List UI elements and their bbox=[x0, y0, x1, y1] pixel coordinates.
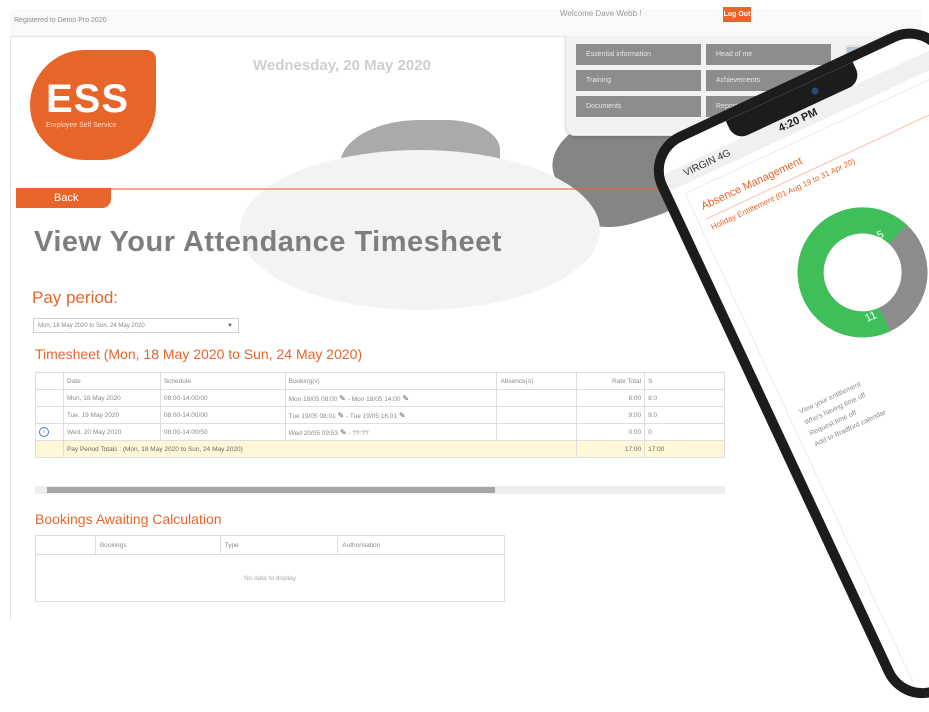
logo-subtitle: Employee Self Service bbox=[46, 122, 117, 129]
row-marker bbox=[35, 389, 64, 407]
table-row: No data to display bbox=[35, 554, 505, 602]
table-header-bookings[interactable]: Booking(s) bbox=[284, 372, 498, 390]
pencil-icon[interactable]: ✎ bbox=[340, 428, 347, 437]
chevron-down-icon: ▼ bbox=[227, 323, 233, 329]
totals-row: Pay Period Totals : (Mon, 18 May 2020 to… bbox=[35, 440, 725, 458]
totals-rate-total: 17:00 bbox=[576, 440, 646, 458]
booking-in: Tue 19/05 08:01 bbox=[288, 412, 336, 420]
top-bar: Registered to Demo Pro 2020 bbox=[10, 9, 921, 37]
welcome-text: Welcome Dave Webb ! bbox=[560, 9, 642, 18]
pencil-icon[interactable]: ✎ bbox=[339, 394, 346, 403]
table-header-cell bbox=[35, 372, 64, 390]
cell-bookings: Wed 20/05 09:53 ✎ - ??:?? bbox=[284, 423, 498, 441]
row-marker bbox=[35, 440, 64, 458]
back-button[interactable]: Back bbox=[16, 188, 111, 208]
cell-date: Mon, 18 May 2020 bbox=[62, 389, 161, 407]
table-row[interactable]: Mon, 18 May 2020 08:00-14:00/00 Mon 18/0… bbox=[35, 389, 725, 407]
pay-period-selected-value: Mon, 18 May 2020 to Sun, 24 May 2020 bbox=[38, 323, 145, 329]
table-row[interactable]: i Wed, 20 May 2020 08:00-14:00/50 Wed 20… bbox=[35, 423, 725, 441]
booking-out: - ??:?? bbox=[348, 429, 369, 437]
row-marker: i bbox=[35, 423, 64, 441]
bookings-awaiting-title: Bookings Awaiting Calculation bbox=[35, 511, 222, 527]
cell-rate-total: 8:00 bbox=[576, 389, 646, 407]
table-header-row: Date Schedule Booking(s) Absence(s) Rate… bbox=[35, 372, 725, 390]
cell-s: 9:0 bbox=[644, 406, 725, 424]
page-title: View Your Attendance Timesheet bbox=[34, 226, 502, 258]
cell-rate-total: 0:00 bbox=[576, 423, 646, 441]
bookings-awaiting-table: Bookings Type Authorisation No data to d… bbox=[35, 535, 505, 602]
table-header-bookings[interactable]: Bookings bbox=[94, 535, 221, 555]
pay-period-label: Pay period: bbox=[32, 288, 118, 307]
booking-in: Wed 20/05 09:53 bbox=[288, 429, 339, 437]
info-icon[interactable]: i bbox=[39, 427, 49, 437]
pay-period-select[interactable]: Mon, 18 May 2020 to Sun, 24 May 2020 ▼ bbox=[33, 318, 239, 333]
registration-text: Registered to Demo Pro 2020 bbox=[14, 17, 107, 24]
table-header-type[interactable]: Type bbox=[219, 535, 339, 555]
table-header-cell bbox=[35, 535, 96, 555]
cell-schedule: 08:00-14:00/00 bbox=[159, 389, 286, 407]
frame-border bbox=[10, 36, 11, 620]
cell-s: 0 bbox=[644, 423, 725, 441]
scrollbar-thumb[interactable] bbox=[47, 487, 495, 493]
totals-s: 17:00 bbox=[644, 440, 725, 458]
cell-schedule: 08:00-14:00/00 bbox=[159, 406, 286, 424]
cell-absence bbox=[496, 423, 578, 441]
cell-bookings: Tue 19/05 08:01 ✎ - Tue 19/05 16:01 ✎ bbox=[284, 406, 498, 424]
menu-item-training[interactable]: Training bbox=[576, 70, 701, 91]
pencil-icon[interactable]: ✎ bbox=[338, 411, 345, 420]
table-header-schedule[interactable]: Schedule bbox=[159, 372, 286, 390]
pencil-icon[interactable]: ✎ bbox=[399, 411, 406, 420]
logo-text: ESS bbox=[46, 77, 130, 121]
timesheet-title: Timesheet (Mon, 18 May 2020 to Sun, 24 M… bbox=[35, 346, 363, 362]
table-header-date[interactable]: Date bbox=[62, 372, 161, 390]
table-header-authorisation[interactable]: Authorisation bbox=[337, 535, 505, 555]
cell-date: Tue, 19 May 2020 bbox=[62, 406, 161, 424]
current-date: Wednesday, 20 May 2020 bbox=[253, 57, 431, 74]
menu-item-documents[interactable]: Documents bbox=[576, 96, 701, 117]
horizontal-scrollbar[interactable] bbox=[35, 486, 725, 494]
menu-item-essential-information[interactable]: Essential information bbox=[576, 44, 701, 65]
cell-s: 8:0 bbox=[644, 389, 725, 407]
cell-rate-total: 9:00 bbox=[576, 406, 646, 424]
booking-out: - Mon 18/05 14:00 bbox=[347, 395, 401, 403]
cell-date: Wed, 20 May 2020 bbox=[62, 423, 161, 441]
pencil-icon[interactable]: ✎ bbox=[402, 394, 409, 403]
booking-in: Mon 18/05 08:00 bbox=[288, 395, 338, 403]
table-header-row: Bookings Type Authorisation bbox=[35, 535, 505, 555]
menu-item-head-of-me[interactable]: Head of me bbox=[706, 44, 831, 65]
cell-absence bbox=[496, 406, 578, 424]
table-row[interactable]: Tue, 19 May 2020 08:00-14:00/00 Tue 19/0… bbox=[35, 406, 725, 424]
cell-bookings: Mon 18/05 08:00 ✎ - Mon 18/05 14:00 ✎ bbox=[284, 389, 498, 407]
logout-button[interactable]: Log Out bbox=[723, 7, 751, 22]
timesheet-table: Date Schedule Booking(s) Absence(s) Rate… bbox=[35, 372, 725, 458]
table-header-absences[interactable]: Absence(s) bbox=[496, 372, 578, 390]
table-header-s[interactable]: S bbox=[644, 372, 725, 390]
booking-out: - Tue 19/05 16:01 bbox=[346, 412, 398, 420]
cell-absence bbox=[496, 389, 578, 407]
table-header-rate-total[interactable]: Rate Total bbox=[576, 372, 646, 390]
row-marker bbox=[35, 406, 64, 424]
cell-schedule: 08:00-14:00/50 bbox=[159, 423, 286, 441]
totals-label: Pay Period Totals : (Mon, 18 May 2020 to… bbox=[62, 440, 578, 458]
no-data-message: No data to display bbox=[35, 554, 505, 602]
